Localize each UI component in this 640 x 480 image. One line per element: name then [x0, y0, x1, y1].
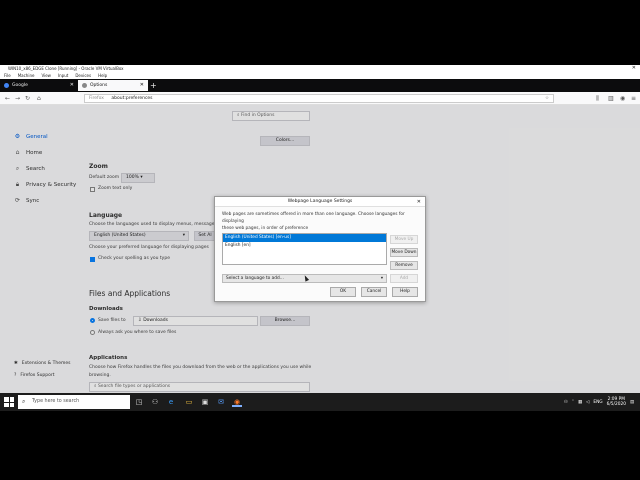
tab-options[interactable]: Options ✕: [78, 80, 148, 91]
vbox-title-bar: WIN10_x86_EDGE Clone [Running] - Oracle …: [0, 65, 640, 72]
windows-taskbar: ⌕ Type here to search ◳ ⚇ e ▭ ▣ ✉ ◉ ⚇ ˄ …: [0, 393, 640, 411]
tab-close-icon[interactable]: ✕: [140, 80, 144, 91]
clock[interactable]: 2:09 PM 6/5/2020: [607, 397, 626, 408]
forward-icon[interactable]: →: [15, 94, 20, 103]
dialog-desc-line2: these web pages, in order of preference: [222, 226, 309, 231]
close-icon[interactable]: ✕: [632, 65, 636, 72]
chevron-down-icon: ▾: [380, 276, 383, 281]
google-favicon-icon: [4, 83, 9, 88]
move-down-button[interactable]: Move Down: [390, 248, 418, 257]
windows-start-icon[interactable]: [4, 397, 14, 407]
system-tray: ⚇ ˄ ▦ ◁ ENG 2:09 PM 6/5/2020 ▤: [564, 395, 634, 409]
tab-strip: Google ✕ Options ✕ +: [0, 79, 640, 92]
dialog-title-bar: Webpage Language Settings ✕: [215, 197, 425, 207]
taskbar-search-placeholder: Type here to search: [32, 399, 80, 404]
notifications-icon[interactable]: ▤: [630, 400, 634, 405]
menu-view[interactable]: View: [41, 72, 51, 79]
cancel-button[interactable]: Cancel: [361, 287, 387, 297]
account-icon[interactable]: ◉: [620, 94, 625, 103]
chevron-up-icon[interactable]: ˄: [572, 400, 574, 405]
url-identity: Firefox: [89, 96, 104, 101]
menu-input[interactable]: Input: [58, 72, 68, 79]
tab-label: Google: [12, 83, 28, 88]
task-view-icon[interactable]: ◳: [134, 397, 144, 407]
back-icon[interactable]: ←: [5, 94, 10, 103]
menu-machine[interactable]: Machine: [18, 72, 35, 79]
help-button[interactable]: Help: [392, 287, 418, 297]
library-icon[interactable]: ⫼: [596, 94, 599, 103]
vbox-menu-bar: File Machine View Input Devices Help: [0, 72, 640, 79]
remove-button[interactable]: Remove: [390, 261, 418, 270]
close-icon[interactable]: ✕: [417, 197, 421, 207]
gear-favicon-icon: [82, 83, 87, 88]
firefox-icon[interactable]: ◉: [232, 397, 242, 407]
network-icon[interactable]: ▦: [578, 400, 582, 405]
language-settings-dialog: Webpage Language Settings ✕ Web pages ar…: [214, 196, 426, 302]
language-list[interactable]: English (United States) [en-us] English …: [222, 233, 387, 265]
url-bar[interactable]: Firefox about:preferences ☆: [84, 94, 554, 103]
list-item[interactable]: English [en]: [223, 242, 386, 250]
nav-bar: ← → ↻ ⌂ Firefox about:preferences ☆ ⫼ ▥ …: [0, 92, 640, 105]
menu-devices[interactable]: Devices: [75, 72, 91, 79]
search-icon: ⌕: [22, 398, 26, 405]
menu-help[interactable]: Help: [98, 72, 107, 79]
taskbar-search-box[interactable]: ⌕ Type here to search: [18, 395, 130, 409]
reload-icon[interactable]: ↻: [25, 94, 30, 103]
dialog-desc-line1: Web pages are sometimes offered in more …: [222, 212, 405, 224]
tab-close-icon[interactable]: ✕: [70, 80, 74, 91]
dialog-description: Web pages are sometimes offered in more …: [222, 211, 420, 232]
people-icon[interactable]: ⚇: [150, 397, 160, 407]
clock-date: 6/5/2020: [606, 402, 626, 407]
vbox-title: WIN10_x86_EDGE Clone [Running] - Oracle …: [8, 66, 124, 71]
vm-screen: WIN10_x86_EDGE Clone [Running] - Oracle …: [0, 65, 640, 411]
ok-button[interactable]: OK: [330, 287, 356, 297]
tab-label: Options: [90, 83, 108, 88]
edge-icon[interactable]: e: [166, 397, 176, 407]
sidebar-toggle-icon[interactable]: ▥: [608, 94, 614, 103]
language-indicator[interactable]: ENG: [593, 400, 602, 405]
bookmark-star-icon[interactable]: ☆: [545, 95, 549, 103]
file-explorer-icon[interactable]: ▭: [184, 397, 194, 407]
list-item[interactable]: English (United States) [en-us]: [223, 234, 386, 242]
tab-google[interactable]: Google ✕: [0, 80, 78, 91]
add-button[interactable]: Add: [390, 274, 418, 283]
new-tab-icon[interactable]: +: [150, 80, 157, 91]
store-icon[interactable]: ▣: [200, 397, 210, 407]
volume-icon[interactable]: ◁: [586, 400, 589, 405]
add-language-placeholder: Select a language to add...: [226, 276, 284, 281]
people-tray-icon[interactable]: ⚇: [564, 400, 568, 405]
menu-hamburger-icon[interactable]: ≡: [631, 94, 636, 103]
url-text: about:preferences: [111, 96, 153, 101]
mail-icon[interactable]: ✉: [216, 397, 226, 407]
home-nav-icon[interactable]: ⌂: [37, 94, 41, 103]
move-up-button[interactable]: Move Up: [390, 235, 418, 244]
menu-file[interactable]: File: [4, 72, 11, 79]
dialog-title: Webpage Language Settings: [287, 199, 353, 204]
